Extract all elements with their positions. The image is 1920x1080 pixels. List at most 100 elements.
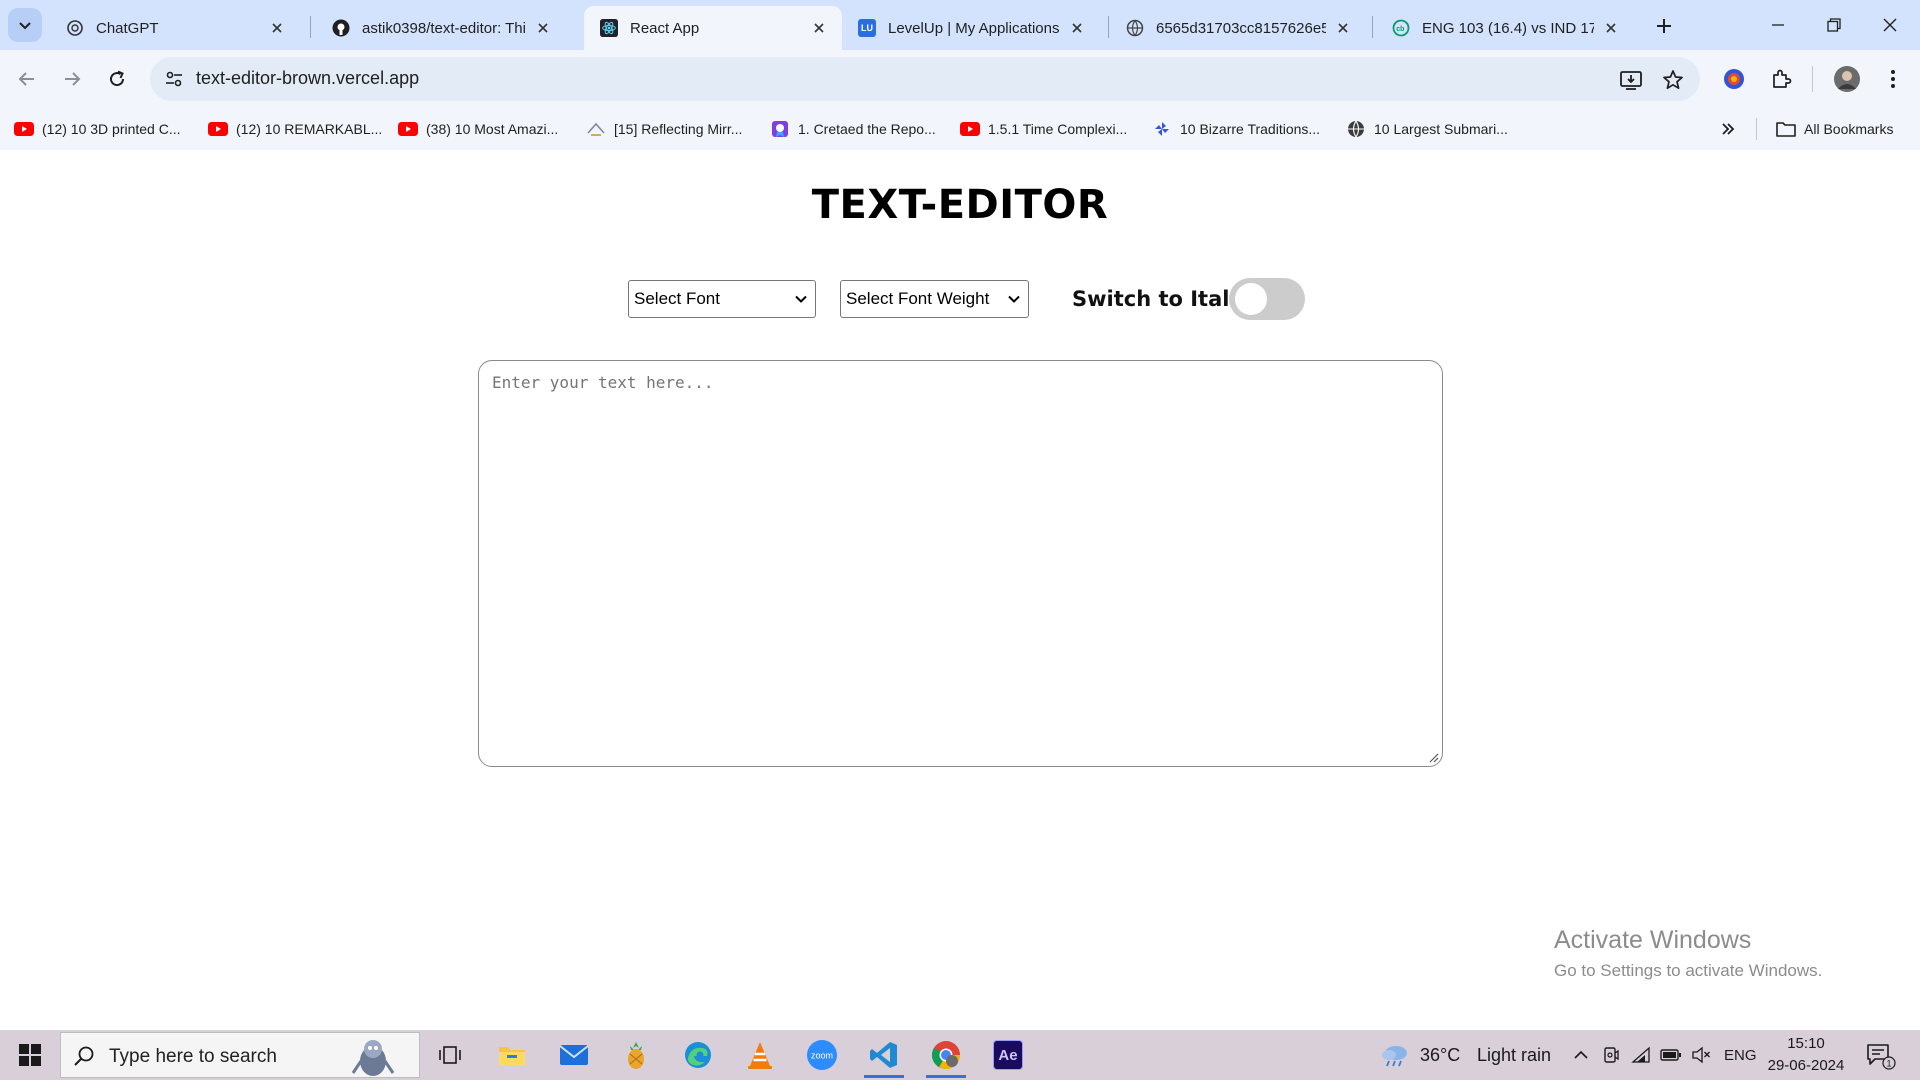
notification-center-button[interactable]: 1 <box>1866 1042 1896 1070</box>
editor-placeholder: Enter your text here... <box>492 373 714 392</box>
zoom-button[interactable]: zoom <box>796 1032 848 1078</box>
text-editor-area[interactable]: Enter your text here... <box>478 360 1443 767</box>
react-icon <box>600 19 618 37</box>
tab-chatgpt[interactable]: ChatGPT <box>50 6 300 50</box>
chevron-up-icon[interactable] <box>1570 1044 1592 1066</box>
mail-icon <box>559 1045 589 1065</box>
volume-muted-icon[interactable] <box>1690 1044 1712 1066</box>
tab-title: ENG 103 (16.4) vs IND 171 <box>1422 19 1594 37</box>
reload-button[interactable] <box>100 62 134 96</box>
vscode-button[interactable] <box>858 1032 910 1078</box>
more-menu-icon[interactable] <box>1876 62 1910 96</box>
close-icon[interactable] <box>1066 17 1088 39</box>
chrome-button[interactable] <box>920 1032 972 1078</box>
back-button[interactable] <box>10 62 44 96</box>
tab-search-button[interactable] <box>8 8 42 42</box>
github-icon <box>332 19 350 37</box>
tab-separator <box>310 16 311 38</box>
bookmark-item[interactable]: [15] Reflecting Mirr... <box>586 116 742 142</box>
italic-toggle-label: Switch to Italic <box>1072 287 1250 311</box>
weather-temp[interactable]: 36°C <box>1420 1030 1460 1080</box>
badge-icon <box>770 121 790 137</box>
weather-icon[interactable] <box>1380 1042 1410 1068</box>
bookmark-item[interactable]: 10 Bizarre Traditions... <box>1152 116 1320 142</box>
url-text[interactable]: text-editor-brown.vercel.app <box>196 68 419 89</box>
browser-toolbar: text-editor-brown.vercel.app <box>0 50 1920 108</box>
italic-toggle[interactable] <box>1229 278 1305 320</box>
tab-title: React App <box>630 19 700 37</box>
chevron-down-icon <box>19 22 31 30</box>
bookmarks-overflow-button[interactable] <box>1715 116 1741 142</box>
chevron-down-icon <box>1008 295 1020 303</box>
profile-extension-icon[interactable] <box>1717 62 1751 96</box>
bookmark-label: 1.5.1 Time Complexi... <box>988 121 1128 137</box>
close-icon[interactable] <box>532 17 554 39</box>
vlc-button[interactable] <box>734 1032 786 1078</box>
cricbuzz-icon: cb <box>1392 19 1410 37</box>
tab-separator <box>1108 16 1109 38</box>
tab-hash-page[interactable]: 6565d31703cc8157626e51 <box>1110 6 1366 50</box>
weather-condition[interactable]: Light rain <box>1477 1030 1551 1080</box>
bookmark-item[interactable]: 1.5.1 Time Complexi... <box>960 116 1127 142</box>
toggle-knob <box>1235 283 1267 315</box>
install-app-icon[interactable] <box>1618 67 1644 93</box>
site-settings-icon[interactable] <box>162 67 186 91</box>
bookmark-star-icon[interactable] <box>1660 67 1686 93</box>
search-highlight-art-icon <box>351 1040 395 1076</box>
extensions-icon[interactable] <box>1764 62 1798 96</box>
restore-button[interactable] <box>1812 8 1856 42</box>
edge-button[interactable] <box>672 1032 724 1078</box>
bookmark-item[interactable]: (12) 10 3D printed C... <box>14 116 181 142</box>
tab-react-app[interactable]: React App <box>584 6 842 50</box>
all-bookmarks-button[interactable]: All Bookmarks <box>1776 116 1893 142</box>
tab-levelup[interactable]: LU LevelUp | My Applications <box>842 6 1100 50</box>
taskbar-search[interactable]: Type here to search <box>60 1032 420 1078</box>
minimize-button[interactable] <box>1756 8 1800 42</box>
mail-button[interactable] <box>548 1032 600 1078</box>
pineapple-app-button[interactable] <box>610 1032 662 1078</box>
close-icon[interactable] <box>1600 17 1622 39</box>
tab-github[interactable]: astik0398/text-editor: This <box>316 6 566 50</box>
close-icon <box>1883 18 1897 32</box>
close-icon[interactable] <box>808 17 830 39</box>
close-icon[interactable] <box>1332 17 1354 39</box>
new-tab-button[interactable] <box>1650 12 1678 40</box>
double-chevron-right-icon <box>1722 123 1735 135</box>
battery-icon[interactable] <box>1660 1044 1682 1066</box>
start-button[interactable] <box>10 1038 50 1072</box>
tab-title: 6565d31703cc8157626e51 <box>1156 19 1326 37</box>
bookmark-label: (38) 10 Most Amazi... <box>426 121 559 137</box>
tab-cricket-score[interactable]: cb ENG 103 (16.4) vs IND 171 <box>1376 6 1634 50</box>
bookmark-label: 1. Cretaed the Repo... <box>798 121 936 137</box>
activate-windows-watermark: Activate Windows Go to Settings to activ… <box>1554 926 1822 981</box>
meet-now-icon[interactable] <box>1600 1044 1622 1066</box>
bookmark-label: (12) 10 3D printed C... <box>42 121 181 137</box>
bookmark-item[interactable]: 1. Cretaed the Repo... <box>770 116 936 142</box>
watermark-title: Activate Windows <box>1554 926 1752 954</box>
input-language[interactable]: ENG <box>1724 1030 1757 1080</box>
task-view-button[interactable] <box>424 1032 476 1078</box>
system-clock[interactable]: 15:10 29-06-2024 <box>1766 1033 1846 1077</box>
wifi-icon[interactable] <box>1630 1044 1652 1066</box>
bookmark-item[interactable]: (38) 10 Most Amazi... <box>398 116 558 142</box>
after-effects-button[interactable]: Ae <box>982 1032 1034 1078</box>
bookmark-item[interactable]: (12) 10 REMARKABL... <box>208 116 382 142</box>
font-weight-select[interactable]: Select Font Weight <box>840 280 1029 318</box>
clock-date: 29-06-2024 <box>1767 1057 1845 1074</box>
plus-icon <box>1657 19 1671 33</box>
windows-logo-icon <box>19 1044 41 1066</box>
file-explorer-button[interactable] <box>486 1032 538 1078</box>
close-icon[interactable] <box>266 17 288 39</box>
tab-title: astik0398/text-editor: This <box>362 19 526 37</box>
font-select[interactable]: Select Font <box>628 280 816 318</box>
forward-button[interactable] <box>55 62 89 96</box>
bookmark-item[interactable]: 10 Largest Submari... <box>1346 116 1508 142</box>
leetcode-icon <box>586 121 606 137</box>
address-bar[interactable]: text-editor-brown.vercel.app <box>150 57 1700 101</box>
chatgpt-icon <box>66 19 84 37</box>
close-window-button[interactable] <box>1868 8 1912 42</box>
avatar[interactable] <box>1830 62 1864 96</box>
resize-handle-icon[interactable] <box>1427 751 1439 763</box>
search-icon <box>74 1046 94 1066</box>
font-select-value: Select Font <box>634 289 720 308</box>
